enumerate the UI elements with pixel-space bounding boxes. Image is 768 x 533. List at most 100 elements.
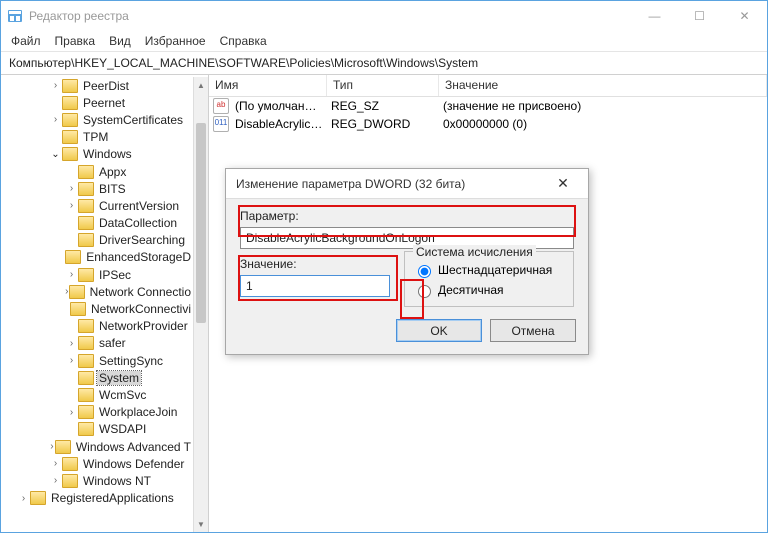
- scroll-down-icon[interactable]: ▼: [194, 516, 208, 532]
- col-name[interactable]: Имя: [209, 75, 327, 96]
- tree-spacer: [65, 423, 78, 436]
- menubar: Файл Правка Вид Избранное Справка: [1, 31, 767, 51]
- numeral-system-label: Система исчисления: [413, 245, 536, 259]
- value-input[interactable]: [240, 275, 390, 297]
- tree-item[interactable]: WcmSvc: [1, 386, 193, 403]
- address-bar[interactable]: Компьютер\HKEY_LOCAL_MACHINE\SOFTWARE\Po…: [1, 51, 767, 75]
- tree-item[interactable]: › RegisteredApplications: [1, 490, 193, 507]
- menu-file[interactable]: Файл: [11, 34, 41, 48]
- app-icon: [7, 8, 23, 24]
- tree-item-label: TPM: [81, 130, 110, 144]
- tree-spacer: [49, 96, 62, 109]
- tree-item-label: WcmSvc: [97, 388, 148, 402]
- chevron-right-icon[interactable]: ›: [65, 337, 78, 350]
- chevron-right-icon[interactable]: ›: [65, 182, 78, 195]
- tree-item-label: Peernet: [81, 96, 127, 110]
- tree-item[interactable]: TPM: [1, 129, 193, 146]
- tree-item[interactable]: ›Network Connectio: [1, 283, 193, 300]
- cell-value: 0x00000000 (0): [439, 117, 767, 131]
- minimize-button[interactable]: —: [632, 1, 677, 31]
- chevron-right-icon[interactable]: ›: [65, 406, 78, 419]
- radio-hex[interactable]: [418, 265, 431, 278]
- tree-item[interactable]: NetworkConnectivi: [1, 300, 193, 317]
- cancel-button[interactable]: Отмена: [490, 319, 576, 342]
- scroll-up-icon[interactable]: ▲: [194, 77, 208, 93]
- tree-item[interactable]: System: [1, 369, 193, 386]
- tree-item[interactable]: ›WorkplaceJoin: [1, 404, 193, 421]
- radio-dec[interactable]: [418, 285, 431, 298]
- tree-item[interactable]: ›Windows NT: [1, 472, 193, 489]
- menu-favorites[interactable]: Избранное: [145, 34, 206, 48]
- chevron-right-icon[interactable]: ›: [49, 474, 62, 487]
- tree-item-label: SettingSync: [97, 354, 165, 368]
- tree-item[interactable]: Appx: [1, 163, 193, 180]
- folder-icon: [62, 113, 78, 127]
- tree-item[interactable]: ›PeerDist: [1, 77, 193, 94]
- tree-item[interactable]: › BITS: [1, 180, 193, 197]
- tree-item[interactable]: NetworkProvider: [1, 318, 193, 335]
- tree-item[interactable]: Peernet: [1, 94, 193, 111]
- tree-item-label: BITS: [97, 182, 128, 196]
- tree-spacer: [65, 388, 78, 401]
- tree-item[interactable]: ›CurrentVersion: [1, 197, 193, 214]
- tree-item-label: Windows Defender: [81, 457, 186, 471]
- close-button[interactable]: ✕: [722, 1, 767, 31]
- tree-item[interactable]: WSDAPI: [1, 421, 193, 438]
- tree-item[interactable]: ›IPSec: [1, 266, 193, 283]
- tree-item[interactable]: EnhancedStorageD: [1, 249, 193, 266]
- value-label: Значение:: [240, 257, 390, 271]
- tree-item[interactable]: DriverSearching: [1, 232, 193, 249]
- folder-icon: [78, 422, 94, 436]
- chevron-right-icon[interactable]: ›: [49, 113, 62, 126]
- scroll-thumb[interactable]: [196, 123, 206, 323]
- col-type[interactable]: Тип: [327, 75, 439, 96]
- maximize-button[interactable]: ☐: [677, 1, 722, 31]
- folder-icon: [55, 440, 71, 454]
- tree-item[interactable]: › Windows Advanced T: [1, 438, 193, 455]
- tree-item-label: Network Connectio: [88, 285, 193, 299]
- chevron-down-icon[interactable]: ⌄: [49, 148, 62, 161]
- col-value[interactable]: Значение: [439, 75, 767, 96]
- menu-view[interactable]: Вид: [109, 34, 131, 48]
- tree-item-label: DataCollection: [97, 216, 179, 230]
- folder-icon: [62, 147, 78, 161]
- tree-item[interactable]: › SettingSync: [1, 352, 193, 369]
- tree-item[interactable]: › Windows Defender: [1, 455, 193, 472]
- tree-item[interactable]: ›safer: [1, 335, 193, 352]
- chevron-right-icon[interactable]: ›: [49, 79, 62, 92]
- folder-icon: [78, 371, 94, 385]
- list-row[interactable]: 011DisableAcrylicBa...REG_DWORD0x0000000…: [209, 115, 767, 133]
- tree-item[interactable]: ›SystemCertificates: [1, 111, 193, 128]
- tree-item-label: Windows Advanced T: [74, 440, 193, 454]
- menu-help[interactable]: Справка: [220, 34, 267, 48]
- tree-spacer: [65, 371, 78, 384]
- folder-icon: [78, 354, 94, 368]
- chevron-right-icon[interactable]: ›: [49, 440, 55, 453]
- chevron-right-icon[interactable]: ›: [65, 354, 78, 367]
- folder-icon: [78, 216, 94, 230]
- tree-pane: ›PeerDist Peernet›SystemCertificates TPM ⌄ W…: [1, 75, 209, 532]
- chevron-right-icon[interactable]: ›: [49, 457, 62, 470]
- tree-item-label: DriverSearching: [97, 233, 187, 247]
- tree-spacer: [65, 320, 78, 333]
- edit-dword-dialog: Изменение параметра DWORD (32 бита) ✕ Па…: [225, 168, 589, 355]
- tree-spacer: [49, 131, 62, 144]
- tree-item-label: Windows: [81, 147, 134, 161]
- tree-item-label: Appx: [97, 165, 128, 179]
- chevron-right-icon[interactable]: ›: [65, 199, 78, 212]
- folder-icon: [62, 96, 78, 110]
- tree-item[interactable]: ⌄ Windows: [1, 146, 193, 163]
- menu-edit[interactable]: Правка: [55, 34, 96, 48]
- tree-item[interactable]: DataCollection: [1, 215, 193, 232]
- tree-item-label: RegisteredApplications: [49, 491, 176, 505]
- chevron-right-icon[interactable]: ›: [17, 492, 30, 505]
- ok-button[interactable]: OK: [396, 319, 482, 342]
- folder-icon: [78, 319, 94, 333]
- folder-icon: [65, 250, 81, 264]
- tree-scrollbar[interactable]: ▲ ▼: [193, 77, 208, 532]
- dword-value-icon: 011: [213, 116, 229, 132]
- tree-spacer: [65, 234, 78, 247]
- list-row[interactable]: ab(По умолчанию)REG_SZ(значение не присв…: [209, 97, 767, 115]
- chevron-right-icon[interactable]: ›: [65, 268, 78, 281]
- dialog-close-button[interactable]: ✕: [548, 175, 578, 192]
